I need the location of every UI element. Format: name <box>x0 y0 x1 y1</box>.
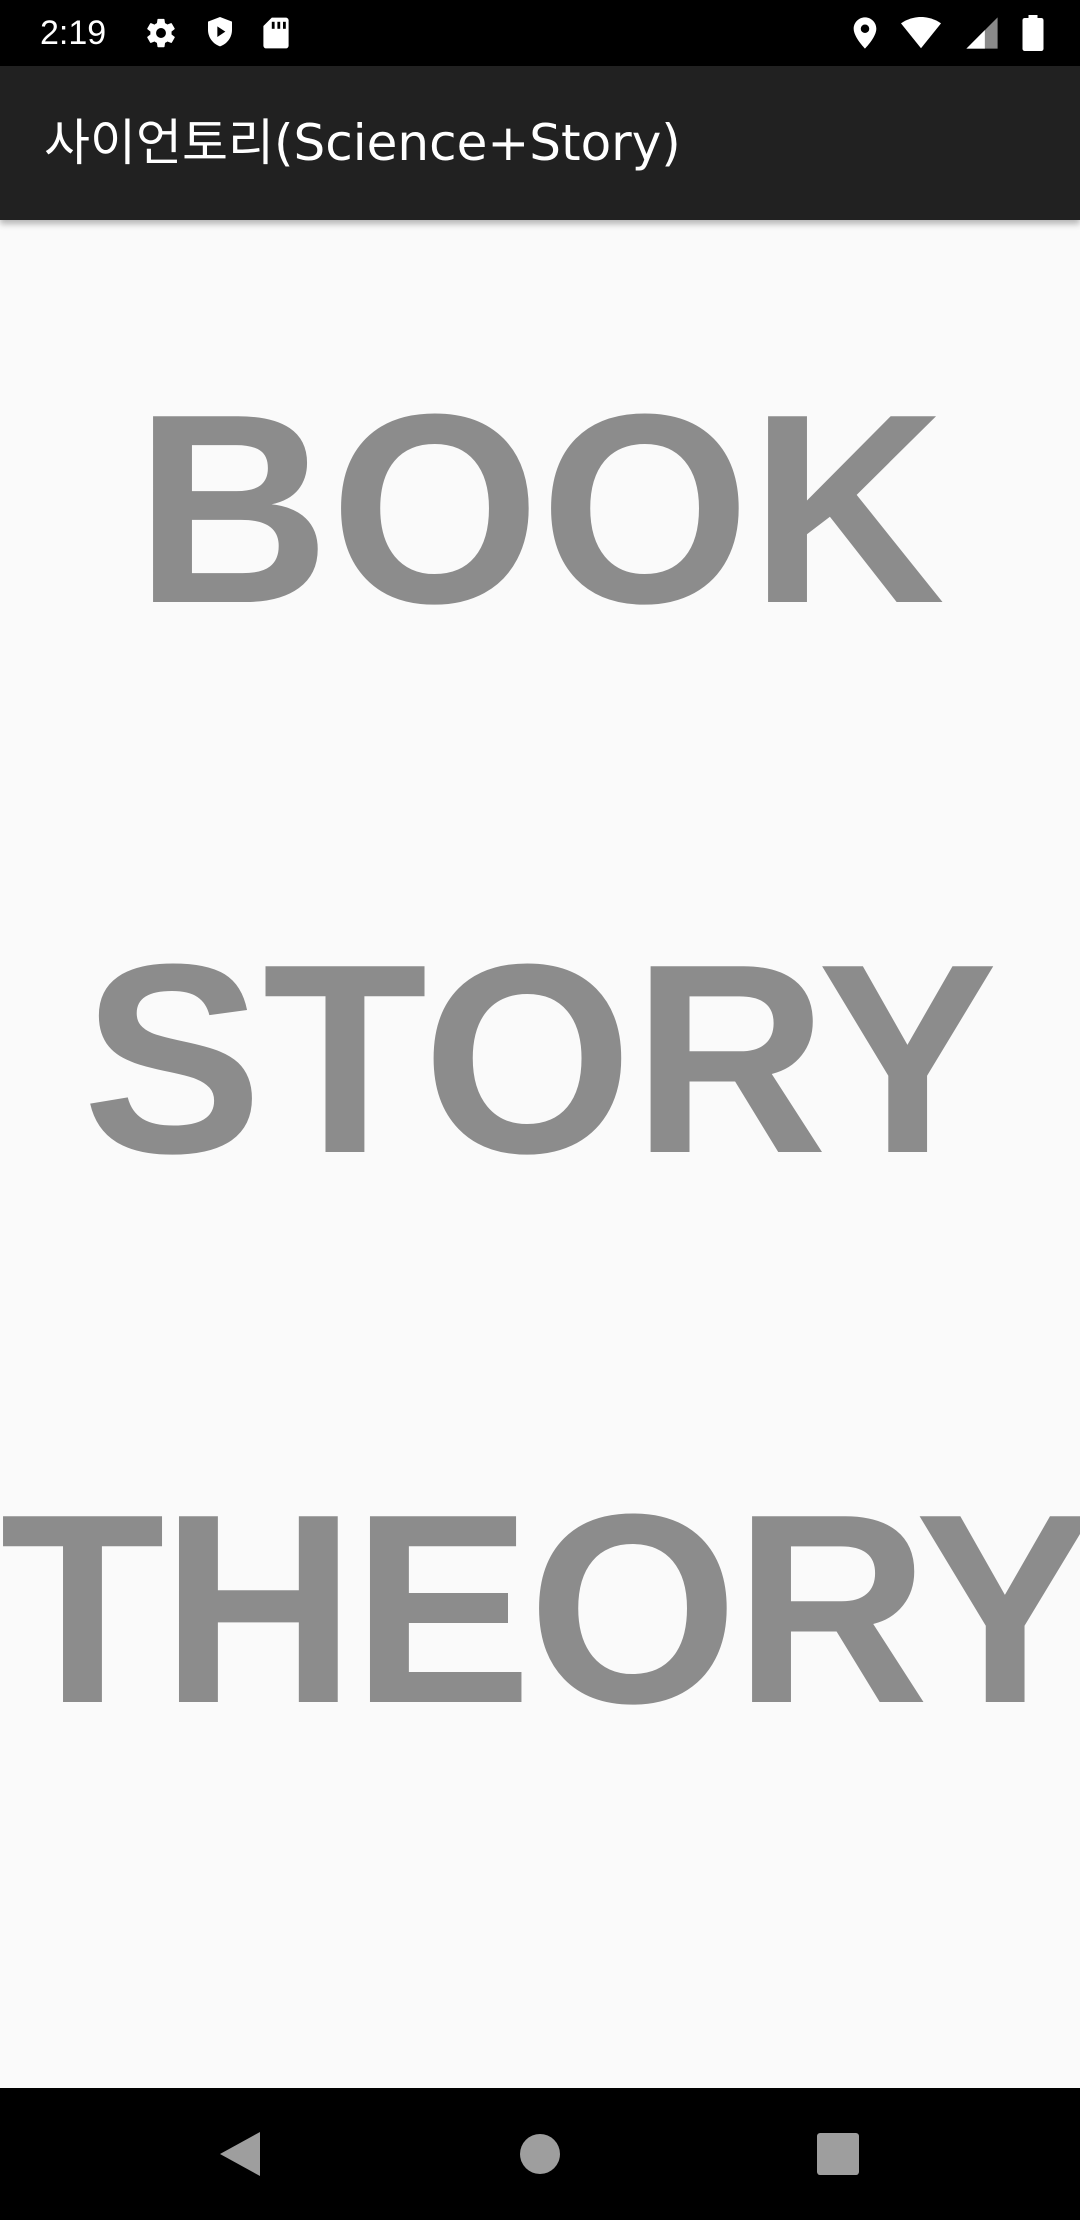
theory-button[interactable]: THEORY <box>0 1475 1080 1745</box>
main-menu: BOOK STORY THEORY <box>0 220 1080 2088</box>
sd-card-icon <box>262 16 290 50</box>
recents-icon[interactable] <box>798 2114 878 2194</box>
app-title: 사이언토리(Science+Story) <box>44 114 681 172</box>
home-icon[interactable] <box>500 2114 580 2194</box>
navigation-bar <box>0 2088 1080 2220</box>
status-time: 2:19 <box>40 14 107 52</box>
back-icon[interactable] <box>200 2114 280 2194</box>
book-button[interactable]: BOOK <box>0 375 1080 645</box>
location-icon <box>852 16 878 50</box>
story-button[interactable]: STORY <box>0 925 1080 1195</box>
wifi-icon <box>900 17 942 49</box>
status-bar: 2:19 <box>0 0 1080 66</box>
signal-icon <box>964 16 1000 50</box>
status-left-icons <box>144 14 290 52</box>
play-protect-icon <box>204 15 236 51</box>
battery-icon <box>1022 15 1044 51</box>
app-bar: 사이언토리(Science+Story) <box>0 66 1080 220</box>
status-right-icons <box>852 14 1044 52</box>
gear-icon <box>144 16 178 50</box>
